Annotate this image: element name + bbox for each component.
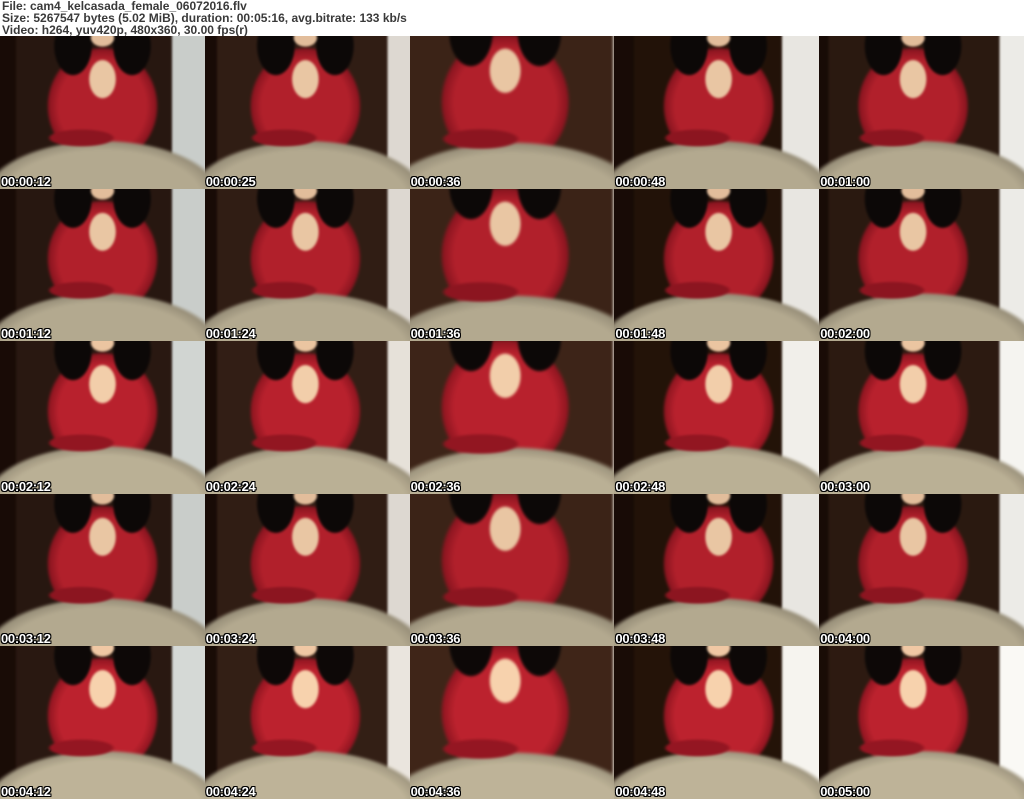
thumbnail-image (614, 646, 820, 799)
thumbnail-image (0, 493, 205, 647)
video-thumbnail: 00:03:12 (0, 493, 205, 647)
timestamp-label: 00:02:48 (615, 478, 666, 494)
video-thumbnail: 00:01:36 (409, 188, 615, 342)
thumbnail-image (204, 341, 410, 494)
timestamp-label: 00:03:36 (410, 631, 461, 647)
timestamp-label: 00:04:12 (1, 784, 51, 799)
thumbnail-image (819, 36, 1024, 189)
timestamp-label: 00:02:24 (205, 478, 256, 494)
thumbnail-image (204, 493, 410, 647)
timestamp-label: 00:02:00 (820, 326, 870, 342)
video-thumbnail: 00:04:48 (614, 646, 820, 799)
video-info-line: Video: h264, yuv420p, 480x360, 30.00 fps… (2, 23, 248, 36)
thumbnail-image (0, 188, 205, 342)
video-thumbnail: 00:03:36 (409, 493, 615, 647)
thumbnail-image (409, 646, 615, 799)
thumbnail-image (819, 493, 1024, 647)
video-thumbnail: 00:04:00 (819, 493, 1024, 647)
thumbnail-image (0, 646, 205, 799)
timestamp-label: 00:04:36 (410, 784, 461, 799)
video-thumbnail: 00:03:48 (614, 493, 820, 647)
timestamp-label: 00:04:24 (205, 784, 256, 799)
video-thumbnail: 00:02:48 (614, 341, 820, 494)
thumbnail-image (204, 188, 410, 342)
timestamp-label: 00:03:00 (820, 478, 870, 494)
video-thumbnail: 00:02:12 (0, 341, 205, 494)
timestamp-label: 00:04:00 (820, 631, 870, 647)
thumbnail-grid: 00:00:12 00:00:25 00:00:36 00:00:48 00:0… (0, 36, 1024, 799)
timestamp-label: 00:02:12 (1, 478, 51, 494)
thumbnail-image (0, 341, 205, 494)
timestamp-label: 00:00:12 (1, 173, 51, 189)
file-metadata-header: File: cam4_kelcasada_female_06072016.flv… (0, 0, 1024, 36)
thumbnail-image (409, 493, 615, 647)
thumbnail-image (614, 493, 820, 647)
video-thumbnail: 00:00:48 (614, 36, 820, 189)
timestamp-label: 00:04:48 (615, 784, 666, 799)
timestamp-label: 00:00:36 (410, 173, 461, 189)
video-thumbnail: 00:04:12 (0, 646, 205, 799)
timestamp-label: 00:00:25 (205, 173, 256, 189)
contact-sheet: File: cam4_kelcasada_female_06072016.flv… (0, 0, 1024, 799)
timestamp-label: 00:02:36 (410, 478, 461, 494)
thumbnail-image (204, 36, 410, 189)
video-thumbnail: 00:05:00 (819, 646, 1024, 799)
thumbnail-image (819, 646, 1024, 799)
timestamp-label: 00:01:24 (205, 326, 256, 342)
timestamp-label: 00:03:48 (615, 631, 666, 647)
thumbnail-image (409, 36, 615, 189)
video-thumbnail: 00:03:00 (819, 341, 1024, 494)
video-thumbnail: 00:02:36 (409, 341, 615, 494)
timestamp-label: 00:01:12 (1, 326, 51, 342)
video-thumbnail: 00:00:12 (0, 36, 205, 189)
thumbnail-image (614, 341, 820, 494)
thumbnail-image (819, 341, 1024, 494)
thumbnail-image (409, 188, 615, 342)
video-thumbnail: 00:00:36 (409, 36, 615, 189)
video-thumbnail: 00:01:48 (614, 188, 820, 342)
thumbnail-image (409, 341, 615, 494)
timestamp-label: 00:03:12 (1, 631, 51, 647)
thumbnail-image (819, 188, 1024, 342)
video-thumbnail: 00:04:24 (204, 646, 410, 799)
timestamp-label: 00:00:48 (615, 173, 666, 189)
timestamp-label: 00:05:00 (820, 784, 870, 799)
timestamp-label: 00:03:24 (205, 631, 256, 647)
video-thumbnail: 00:02:24 (204, 341, 410, 494)
video-thumbnail: 00:01:24 (204, 188, 410, 342)
video-thumbnail: 00:02:00 (819, 188, 1024, 342)
video-thumbnail: 00:01:12 (0, 188, 205, 342)
thumbnail-image (614, 36, 820, 189)
timestamp-label: 00:01:48 (615, 326, 666, 342)
timestamp-label: 00:01:00 (820, 173, 870, 189)
thumbnail-image (204, 646, 410, 799)
video-thumbnail: 00:03:24 (204, 493, 410, 647)
video-thumbnail: 00:04:36 (409, 646, 615, 799)
thumbnail-image (0, 36, 205, 189)
thumbnail-image (614, 188, 820, 342)
video-thumbnail: 00:01:00 (819, 36, 1024, 189)
timestamp-label: 00:01:36 (410, 326, 461, 342)
video-thumbnail: 00:00:25 (204, 36, 410, 189)
